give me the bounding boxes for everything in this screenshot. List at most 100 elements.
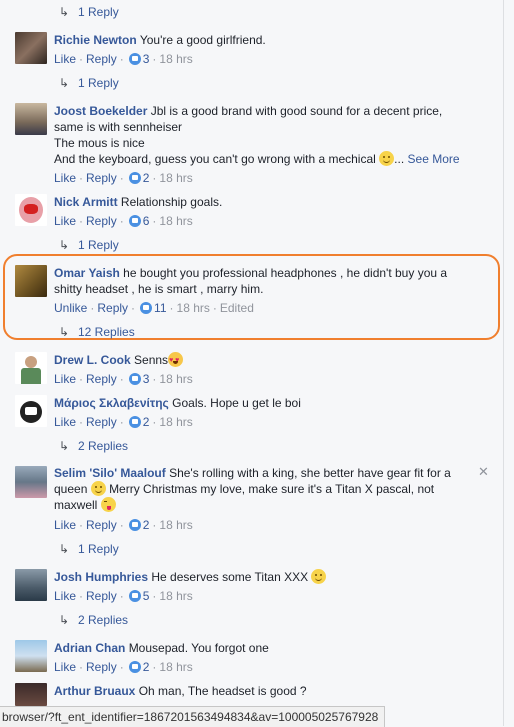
comment-text: Mousepad. You forgot one: [128, 641, 269, 655]
reply-button[interactable]: Reply: [86, 660, 117, 674]
heart-eyes-emoji-icon: [168, 352, 184, 369]
comment-author[interactable]: Nick Armitt: [54, 195, 118, 209]
comment-actions: Like · Reply · 2 · 18 hrs: [54, 660, 193, 674]
like-count[interactable]: 6: [143, 214, 150, 228]
comment-actions: Like · Reply · 2 · 18 hrs: [54, 415, 193, 429]
comment-text: he bought you professional headphones , …: [123, 266, 448, 280]
comment-author[interactable]: Arthur Bruaux: [54, 684, 135, 698]
comment-author[interactable]: Richie Newton: [54, 33, 137, 47]
like-button[interactable]: Like: [54, 372, 76, 386]
timestamp[interactable]: 18 hrs: [159, 660, 192, 674]
avatar[interactable]: [15, 395, 47, 427]
comment-author[interactable]: Selim 'Silo' Maalouf: [54, 466, 166, 480]
comment-feed: ↳ 1 Reply Richie Newton You're a good gir…: [0, 0, 514, 727]
comment-body: Selim 'Silo' Maalouf She's rolling with …: [54, 465, 496, 513]
comment-text: maxwell: [54, 498, 98, 512]
like-count[interactable]: 2: [143, 518, 150, 532]
comment-body: Joost Boekelder Jbl is a good brand with…: [54, 103, 496, 167]
comment-author[interactable]: Drew L. Cook: [54, 353, 131, 367]
comment-text: He deserves some Titan XXX: [151, 570, 309, 584]
like-count[interactable]: 2: [143, 171, 150, 185]
avatar[interactable]: [15, 194, 47, 226]
smile-emoji-icon: [311, 569, 327, 584]
reply-button[interactable]: Reply: [86, 589, 117, 603]
like-icon: [128, 373, 141, 385]
reply-button[interactable]: Reply: [86, 415, 117, 429]
timestamp[interactable]: 18 hrs: [159, 589, 192, 603]
avatar[interactable]: [15, 569, 47, 601]
like-icon: [140, 302, 153, 314]
comment-author[interactable]: Josh Humphries: [54, 570, 148, 584]
reply-button[interactable]: Reply: [86, 214, 117, 228]
comment-author[interactable]: Joost Boekelder: [54, 104, 147, 118]
see-more-link[interactable]: See More: [408, 152, 460, 166]
like-button[interactable]: Like: [54, 660, 76, 674]
comment-actions: Like · Reply · 3 · 18 hrs: [54, 372, 193, 386]
reply-button[interactable]: Reply: [97, 301, 128, 315]
smile-emoji-icon: [379, 151, 395, 166]
view-replies-link[interactable]: ↳ 12 Replies: [58, 324, 135, 340]
comment-body: Richie Newton You're a good girlfriend.: [54, 32, 496, 48]
comment-body: Omar Yaish he bought you professional he…: [54, 265, 496, 297]
like-icon: [128, 416, 141, 428]
reply-button[interactable]: Reply: [86, 171, 117, 185]
reply-button[interactable]: Reply: [86, 518, 117, 532]
timestamp[interactable]: 18 hrs: [159, 214, 192, 228]
like-button[interactable]: Like: [54, 171, 76, 185]
close-icon[interactable]: ✕: [478, 465, 489, 478]
avatar[interactable]: [15, 352, 47, 384]
tongue-wink-emoji-icon: [100, 497, 116, 512]
avatar[interactable]: [15, 683, 47, 706]
timestamp[interactable]: 18 hrs: [159, 171, 192, 185]
reply-button[interactable]: Reply: [86, 52, 117, 66]
like-button[interactable]: Like: [54, 518, 76, 532]
comment-body: Drew L. Cook Senns: [54, 352, 496, 369]
comment-actions: Like · Reply · 5 · 18 hrs: [54, 589, 193, 603]
avatar[interactable]: [15, 466, 47, 498]
like-button[interactable]: Like: [54, 214, 76, 228]
view-replies-link[interactable]: ↳ 2 Replies: [58, 612, 128, 628]
unlike-button[interactable]: Unlike: [54, 301, 87, 315]
avatar[interactable]: [15, 32, 47, 64]
comment-text: Relationship goals.: [120, 195, 223, 209]
like-icon: [128, 215, 141, 227]
like-count[interactable]: 3: [143, 372, 150, 386]
like-button[interactable]: Like: [54, 589, 76, 603]
view-replies-link[interactable]: ↳ 2 Replies: [58, 438, 128, 454]
view-replies-link[interactable]: ↳ 1 Reply: [58, 4, 119, 20]
timestamp[interactable]: 18 hrs: [159, 415, 192, 429]
comment-text: queen: [54, 482, 88, 496]
timestamp[interactable]: 18 hrs: [159, 52, 192, 66]
timestamp[interactable]: 18 hrs: [159, 518, 192, 532]
like-count[interactable]: 3: [143, 52, 150, 66]
view-replies-link[interactable]: ↳ 1 Reply: [58, 237, 119, 253]
comment-actions: Like · Reply · 2 · 18 hrs: [54, 171, 193, 185]
like-icon: [128, 519, 141, 531]
like-count[interactable]: 2: [143, 660, 150, 674]
avatar[interactable]: [15, 265, 47, 297]
edited-label[interactable]: Edited: [220, 301, 254, 315]
timestamp[interactable]: 18 hrs: [177, 301, 210, 315]
comment-body: Arthur Bruaux Oh man, The headset is goo…: [54, 683, 496, 699]
like-button[interactable]: Like: [54, 52, 76, 66]
comment-body: Adrian Chan Mousepad. You forgot one: [54, 640, 496, 656]
status-bar-url: browser/?ft_ent_identifier=1867201563494…: [0, 706, 386, 727]
comment-text: You're a good girlfriend.: [139, 33, 266, 47]
comment-actions: Like · Reply · 3 · 18 hrs: [54, 52, 193, 66]
view-replies-link[interactable]: ↳ 1 Reply: [58, 541, 119, 557]
like-count[interactable]: 2: [143, 415, 150, 429]
reply-button[interactable]: Reply: [86, 372, 117, 386]
avatar[interactable]: [15, 640, 47, 672]
comment-author[interactable]: Adrian Chan: [54, 641, 125, 655]
comment-author[interactable]: Omar Yaish: [54, 266, 120, 280]
reply-arrow-icon: ↳: [58, 542, 70, 556]
avatar[interactable]: [15, 103, 47, 135]
comment-text: Senns: [134, 353, 169, 367]
view-replies-link[interactable]: ↳ 1 Reply: [58, 75, 119, 91]
comment-author[interactable]: Μάριος Σκλαβενίτης: [54, 396, 169, 410]
like-count[interactable]: 5: [143, 589, 150, 603]
like-button[interactable]: Like: [54, 415, 76, 429]
timestamp[interactable]: 18 hrs: [159, 372, 192, 386]
reply-arrow-icon: ↳: [58, 325, 70, 339]
like-count[interactable]: 11: [154, 301, 166, 315]
